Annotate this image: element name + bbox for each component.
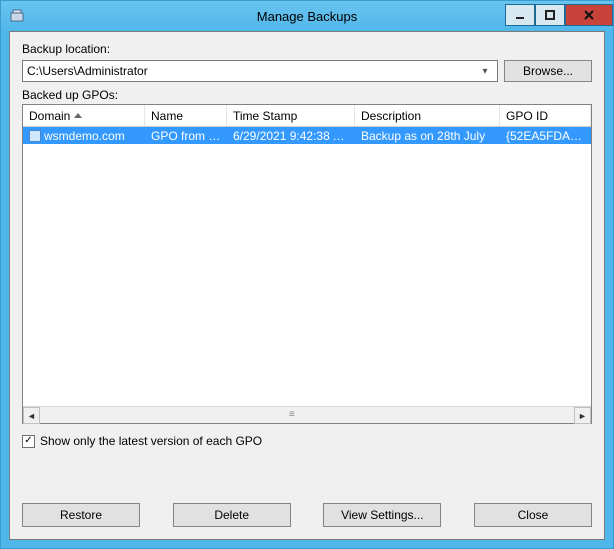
cell-name: GPO from GP... [145, 129, 227, 143]
column-label: Domain [29, 109, 70, 123]
cell-description: Backup as on 28th July [355, 129, 500, 143]
backed-up-gpos-label: Backed up GPOs: [22, 88, 592, 102]
show-latest-label: Show only the latest version of each GPO [40, 434, 262, 448]
column-header-description[interactable]: Description [355, 105, 500, 126]
cell-timestamp: 6/29/2021 9:42:38 AM [227, 129, 355, 143]
table-row[interactable]: wsmdemo.com GPO from GP... 6/29/2021 9:4… [23, 127, 591, 144]
show-latest-checkbox[interactable]: ✓ [22, 435, 35, 448]
view-settings-button[interactable]: View Settings... [323, 503, 441, 527]
column-header-name[interactable]: Name [145, 105, 227, 126]
titlebar: Manage Backups [1, 1, 613, 31]
backup-location-value: C:\Users\Administrator [27, 64, 477, 78]
backup-location-combobox[interactable]: C:\Users\Administrator ▾ [22, 60, 498, 82]
listview-body: wsmdemo.com GPO from GP... 6/29/2021 9:4… [23, 127, 591, 406]
restore-button[interactable]: Restore [22, 503, 140, 527]
sort-asc-icon [74, 113, 82, 118]
scroll-right-button[interactable]: ► [574, 407, 591, 424]
listview-headers: Domain Name Time Stamp Description GPO I… [23, 105, 591, 127]
client-area: Backup location: C:\Users\Administrator … [9, 31, 605, 540]
chevron-down-icon: ▾ [477, 66, 493, 77]
scroll-track[interactable]: ≡ [40, 407, 574, 423]
gpo-icon [29, 130, 41, 142]
scroll-left-button[interactable]: ◄ [23, 407, 40, 424]
close-button[interactable]: Close [474, 503, 592, 527]
delete-button[interactable]: Delete [173, 503, 291, 527]
column-header-timestamp[interactable]: Time Stamp [227, 105, 355, 126]
horizontal-scrollbar[interactable]: ◄ ≡ ► [23, 406, 591, 423]
maximize-button[interactable] [535, 4, 565, 26]
gpo-listview[interactable]: Domain Name Time Stamp Description GPO I… [22, 104, 592, 424]
scroll-thumb[interactable]: ≡ [280, 408, 304, 421]
manage-backups-window: Manage Backups Backup location: C:\Users… [0, 0, 614, 549]
show-latest-checkbox-row: ✓ Show only the latest version of each G… [22, 434, 592, 448]
footer-buttons: Restore Delete View Settings... Close [22, 503, 592, 527]
minimize-button[interactable] [505, 4, 535, 26]
browse-button[interactable]: Browse... [504, 60, 592, 82]
cell-gpoid: {52EA5FDA-95... [500, 129, 591, 143]
cell-domain: wsmdemo.com [23, 129, 145, 143]
column-header-gpoid[interactable]: GPO ID [500, 105, 591, 126]
app-icon [9, 8, 25, 24]
close-window-button[interactable] [565, 4, 613, 26]
backup-location-label: Backup location: [22, 42, 592, 56]
cell-domain-text: wsmdemo.com [44, 129, 125, 143]
column-header-domain[interactable]: Domain [23, 105, 145, 126]
window-controls [505, 5, 613, 27]
